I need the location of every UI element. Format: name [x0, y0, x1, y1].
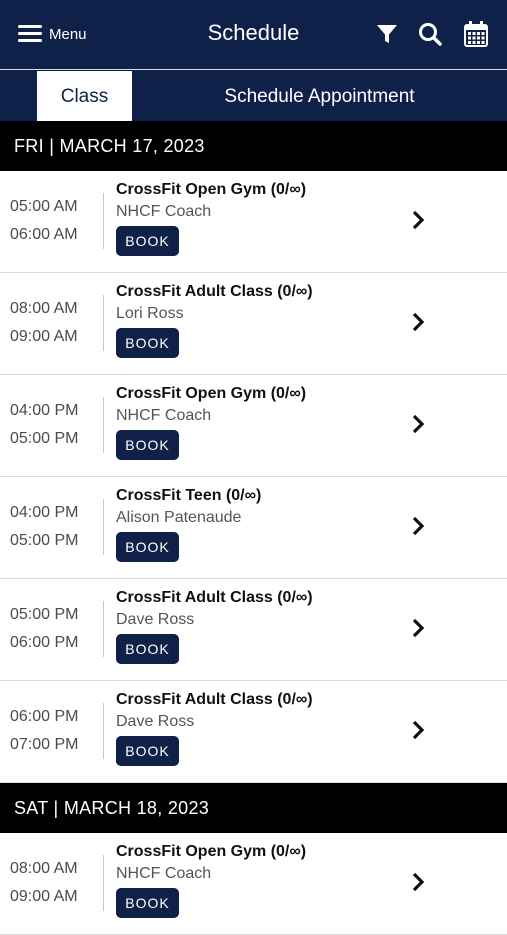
class-name: CrossFit Adult Class (0/∞) — [116, 589, 313, 606]
book-button[interactable]: BOOK — [116, 634, 179, 664]
end-time: 07:00 PM — [10, 736, 79, 753]
coach-name: NHCF Coach — [116, 407, 212, 424]
class-name: CrossFit Adult Class (0/∞) — [116, 283, 313, 300]
chevron-right-icon[interactable] — [407, 615, 429, 641]
divider — [103, 703, 104, 759]
book-button[interactable]: BOOK — [116, 226, 179, 256]
divider — [103, 193, 104, 249]
tab-bar: Class Schedule Appointment — [0, 69, 507, 122]
chevron-right-icon[interactable] — [407, 411, 429, 437]
book-button[interactable]: BOOK — [116, 328, 179, 358]
class-name: CrossFit Adult Class (0/∞) — [116, 691, 313, 708]
start-time: 04:00 PM — [10, 402, 79, 419]
coach-name: NHCF Coach — [116, 203, 212, 220]
chevron-right-icon[interactable] — [407, 513, 429, 539]
chevron-right-icon[interactable] — [407, 207, 429, 233]
day-header: FRI | MARCH 17, 2023 — [0, 121, 507, 171]
end-time: 05:00 PM — [10, 430, 79, 447]
start-time: 05:00 PM — [10, 606, 79, 623]
calendar-icon[interactable] — [462, 20, 490, 48]
chevron-right-icon[interactable] — [407, 717, 429, 743]
start-time: 04:00 PM — [10, 504, 79, 521]
class-row[interactable]: 05:00 AM 06:00 AM CrossFit Open Gym (0/∞)… — [0, 171, 507, 273]
divider — [103, 397, 104, 453]
divider — [103, 601, 104, 657]
start-time: 08:00 AM — [10, 300, 78, 317]
chevron-right-icon[interactable] — [407, 309, 429, 335]
book-button[interactable]: BOOK — [116, 888, 179, 918]
coach-name: Lori Ross — [116, 305, 184, 322]
start-time: 06:00 PM — [10, 708, 79, 725]
divider — [103, 499, 104, 555]
class-row[interactable]: 04:00 PM 05:00 PM CrossFit Open Gym (0/∞)… — [0, 375, 507, 477]
book-button[interactable]: BOOK — [116, 736, 179, 766]
day-header: SAT | MARCH 18, 2023 — [0, 783, 507, 833]
schedule-list: FRI | MARCH 17, 2023 05:00 AM 06:00 AM Cr… — [0, 121, 507, 935]
class-row[interactable]: 08:00 AM 09:00 AM CrossFit Open Gym (0/∞)… — [0, 833, 507, 935]
class-name: CrossFit Teen (0/∞) — [116, 487, 262, 504]
divider — [103, 855, 104, 911]
tab-schedule-appointment[interactable]: Schedule Appointment — [132, 71, 507, 122]
end-time: 06:00 AM — [10, 226, 78, 243]
coach-name: Dave Ross — [116, 611, 195, 628]
class-row[interactable]: 08:00 AM 09:00 AM CrossFit Adult Class (0… — [0, 273, 507, 375]
book-button[interactable]: BOOK — [116, 532, 179, 562]
filter-icon[interactable] — [373, 20, 401, 48]
end-time: 06:00 PM — [10, 634, 79, 651]
end-time: 09:00 AM — [10, 328, 78, 345]
coach-name: Dave Ross — [116, 713, 195, 730]
class-name: CrossFit Open Gym (0/∞) — [116, 843, 307, 860]
divider — [103, 295, 104, 351]
class-row[interactable]: 06:00 PM 07:00 PM CrossFit Adult Class (0… — [0, 681, 507, 783]
end-time: 05:00 PM — [10, 532, 79, 549]
coach-name: Alison Patenaude — [116, 509, 242, 526]
chevron-right-icon[interactable] — [407, 869, 429, 895]
class-row[interactable]: 04:00 PM 05:00 PM CrossFit Teen (0/∞) Ali… — [0, 477, 507, 579]
end-time: 09:00 AM — [10, 888, 78, 905]
top-app-bar: Menu Schedule — [0, 0, 507, 69]
tab-class[interactable]: Class — [37, 71, 132, 122]
class-name: CrossFit Open Gym (0/∞) — [116, 181, 307, 198]
search-icon[interactable] — [416, 20, 444, 48]
class-row[interactable]: 05:00 PM 06:00 PM CrossFit Adult Class (0… — [0, 579, 507, 681]
class-name: CrossFit Open Gym (0/∞) — [116, 385, 307, 402]
start-time: 08:00 AM — [10, 860, 78, 877]
book-button[interactable]: BOOK — [116, 430, 179, 460]
coach-name: NHCF Coach — [116, 865, 212, 882]
start-time: 05:00 AM — [10, 198, 78, 215]
